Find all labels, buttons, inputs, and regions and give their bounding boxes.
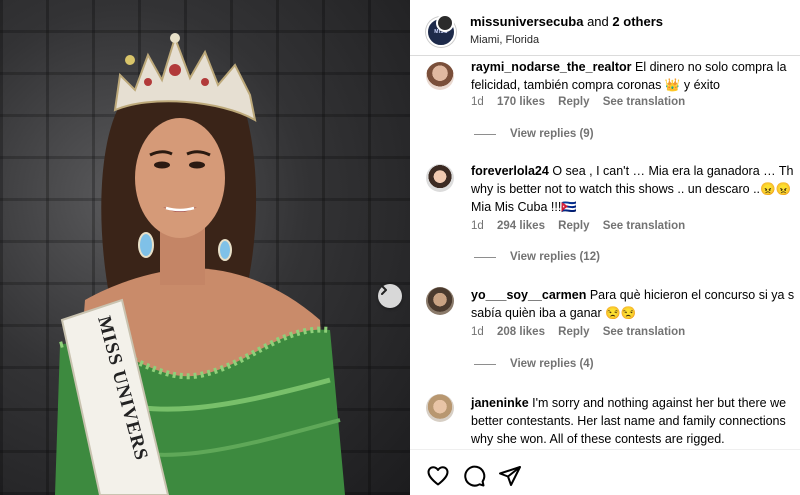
location-link[interactable]: Miami, Florida xyxy=(470,34,539,46)
comment-text: yo___soy__carmen Para què hicieron el co… xyxy=(471,286,800,322)
comment-likes[interactable]: 170 likes xyxy=(497,96,545,108)
avatar[interactable] xyxy=(426,62,454,90)
avatar[interactable] xyxy=(426,287,454,315)
see-translation-button[interactable]: See translation xyxy=(603,220,685,232)
view-replies-button[interactable]: View replies (4) xyxy=(474,358,594,370)
view-replies-button[interactable]: View replies (12) xyxy=(474,251,600,263)
replies-divider xyxy=(474,363,496,365)
portrait-illustration: MISS UNIVERS xyxy=(55,33,345,495)
comment-line-1: O sea , I can't … Mia era la ganadora … … xyxy=(552,164,794,178)
comment-line-3: Mia Mis Cuba !!!🇨🇺 xyxy=(471,200,577,214)
comment-line-1: Para què hicieron el concurso si ya s xyxy=(589,288,795,302)
comment-line-2: better contestants. Her last name and fa… xyxy=(471,414,786,428)
comment-meta: 1d 170 likes Reply See translation xyxy=(471,96,695,108)
comment-likes[interactable]: 208 likes xyxy=(497,326,545,338)
comment-text: janeninke I'm sorry and nothing against … xyxy=(471,394,800,448)
reply-button[interactable]: Reply xyxy=(558,220,589,232)
comment-username[interactable]: janeninke xyxy=(471,396,529,410)
comment-time: 1d xyxy=(471,96,484,108)
comment-text: raymi_nodarse_the_realtor El dinero no s… xyxy=(471,58,800,94)
avatar[interactable] xyxy=(426,394,454,422)
comment-username[interactable]: yo___soy__carmen xyxy=(471,288,586,302)
comment-line-2: felicidad, también compra coronas 👑 y éx… xyxy=(471,78,721,92)
comment-line-1: El dinero no solo compra la xyxy=(634,60,787,74)
comment-time: 1d xyxy=(471,326,484,338)
collaborator-avatar xyxy=(436,14,454,32)
reply-button[interactable]: Reply xyxy=(558,96,589,108)
comment-icon[interactable] xyxy=(462,464,486,488)
replies-divider xyxy=(474,256,496,258)
view-replies-label: View replies (4) xyxy=(510,358,594,370)
view-replies-label: View replies (9) xyxy=(510,128,594,140)
avatar[interactable]: MISS xyxy=(426,14,456,47)
comment-username[interactable]: raymi_nodarse_the_realtor xyxy=(471,60,632,74)
next-photo-button[interactable] xyxy=(378,284,402,308)
comment-line-2: sabía quièn iba a ganar 😒😒 xyxy=(471,306,637,320)
see-translation-button[interactable]: See translation xyxy=(603,326,685,338)
comment-username[interactable]: foreverlola24 xyxy=(471,164,549,178)
comment-line-2: why is better not to watch this shows ..… xyxy=(471,182,792,196)
reply-button[interactable]: Reply xyxy=(558,326,589,338)
comment-likes[interactable]: 294 likes xyxy=(497,220,545,232)
comment-line-1: I'm sorry and nothing against her but th… xyxy=(532,396,787,410)
post-authors: missuniversecuba and 2 others xyxy=(470,14,663,29)
view-replies-button[interactable]: View replies (9) xyxy=(474,128,594,140)
post-photo: MISS UNIVERS xyxy=(0,0,410,495)
avatar[interactable] xyxy=(426,164,454,192)
others-link[interactable]: 2 others xyxy=(612,14,663,29)
comment-time: 1d xyxy=(471,220,484,232)
post-header: MISS missuniversecuba and 2 others Miami… xyxy=(410,0,800,56)
comment-line-3: why she won. All of these contests are r… xyxy=(471,432,725,446)
comments-panel: MISS missuniversecuba and 2 others Miami… xyxy=(410,0,800,495)
view-replies-label: View replies (12) xyxy=(510,251,600,263)
comment-meta: 1d 294 likes Reply See translation xyxy=(471,220,695,232)
heart-icon[interactable] xyxy=(426,464,450,488)
replies-divider xyxy=(474,133,496,135)
share-icon[interactable] xyxy=(498,464,522,488)
author-username[interactable]: missuniversecuba xyxy=(470,14,583,29)
comment-meta: 1d 208 likes Reply See translation xyxy=(471,326,695,338)
chevron-right-icon xyxy=(381,285,387,295)
see-translation-button[interactable]: See translation xyxy=(603,96,685,108)
and-text: and xyxy=(587,14,609,29)
post-action-bar xyxy=(410,449,800,495)
comment-text: foreverlola24 O sea , I can't … Mia era … xyxy=(471,162,800,216)
